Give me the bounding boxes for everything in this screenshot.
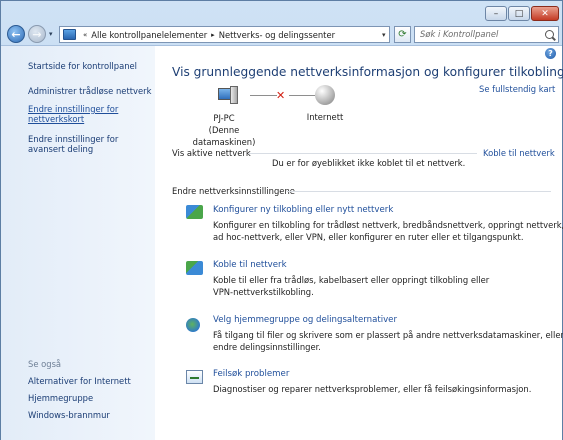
sidebar-item-control-panel-home[interactable]: Startside for kontrollpanel <box>28 61 137 71</box>
sidebar-item-manage-wireless[interactable]: Administrer trådløse nettverk <box>28 86 151 96</box>
task-link-connect-network[interactable]: Koble til nettverk <box>213 260 287 270</box>
refresh-icon: ⟳ <box>398 29 407 40</box>
maximize-icon: □ <box>514 8 524 19</box>
navigation-bar: ← → ▾ « Alle kontrollpanelelementer ▸ Ne… <box>1 23 562 45</box>
task-description-line: endre delingsinnstillinger. <box>213 342 321 353</box>
task-description-line: Diagnostiser og reparer nettverksproblem… <box>213 384 532 394</box>
task-link-troubleshoot[interactable]: Feilsøk problemer <box>213 369 289 379</box>
minimize-button[interactable]: – <box>485 6 507 21</box>
internet-globe-icon <box>315 85 335 105</box>
new-connection-icon <box>186 205 203 219</box>
task-description-line: Få tilgang til filer og skrivere som er … <box>213 330 563 340</box>
refresh-button[interactable]: ⟳ <box>394 26 411 43</box>
minimize-icon: – <box>493 8 499 19</box>
close-button[interactable]: ✕ <box>531 6 559 21</box>
title-bar: – □ ✕ <box>1 1 562 23</box>
internet-label: Internett <box>306 112 344 122</box>
back-button[interactable]: ← <box>7 25 25 43</box>
task-link-homegroup[interactable]: Velg hjemmegruppe og delingsalternativer <box>213 315 397 325</box>
breadcrumb-overflow-icon[interactable]: « <box>83 31 87 39</box>
network-settings-label: Endre nettverksinnstillingene <box>172 186 295 196</box>
sidebar-item-advanced-sharing[interactable]: Endre innstillinger for avansert deling <box>28 134 152 154</box>
search-input[interactable]: Søk i Kontrollpanel <box>414 26 559 43</box>
full-map-link[interactable]: Se fullstendig kart <box>479 84 555 94</box>
troubleshoot-icon <box>186 370 203 384</box>
connect-network-icon <box>186 261 203 275</box>
forward-arrow-icon: → <box>32 27 42 41</box>
forward-button[interactable]: → <box>28 25 46 43</box>
help-icon[interactable]: ? <box>545 48 556 59</box>
computer-caption: (Denne datamaskinen) <box>192 125 256 147</box>
sidebar-item-adapter-settings[interactable]: Endre innstillinger for nettverkskort <box>28 104 133 124</box>
maximize-button[interactable]: □ <box>508 6 530 21</box>
sidebar-item-windows-firewall[interactable]: Windows-brannmur <box>28 410 110 420</box>
page-title: Vis grunnleggende nettverksinformasjon o… <box>172 65 563 79</box>
network-link-line <box>250 95 277 96</box>
divider <box>287 191 551 192</box>
task-description: Diagnostiser og reparer nettverksproblem… <box>213 383 531 395</box>
close-icon: ✕ <box>541 8 549 19</box>
search-icon[interactable] <box>545 30 554 39</box>
breadcrumb-all-control-panel[interactable]: Alle kontrollpanelelementer <box>91 30 207 40</box>
active-networks-message: Du er for øyeblikket ikke koblet til et … <box>272 158 466 168</box>
breadcrumb-network-center[interactable]: Nettverks- og delingssenter <box>219 30 335 40</box>
computer-icon <box>218 86 238 104</box>
address-dropdown-icon[interactable]: ▾ <box>382 31 386 39</box>
control-panel-icon <box>63 29 76 40</box>
main-content: ? Vis grunnleggende nettverksinformasjon… <box>155 45 563 440</box>
task-description: Konfigurer en tilkobling for trådløst ne… <box>213 219 563 243</box>
recent-pages-chevron-icon[interactable]: ▾ <box>49 30 53 38</box>
control-panel-window: – □ ✕ ← → ▾ « Alle kontrollpanelelemente… <box>0 0 563 440</box>
divider <box>248 153 477 154</box>
connect-network-link[interactable]: Koble til nettverk <box>483 148 555 158</box>
active-networks-label: Vis aktive nettverk <box>172 148 251 158</box>
sidebar: Startside for kontrollpanel Administrer … <box>1 45 155 440</box>
breadcrumb-separator-icon[interactable]: ▸ <box>211 31 215 39</box>
task-link-new-connection[interactable]: Konfigurer ny tilkobling eller nytt nett… <box>213 205 393 215</box>
computer-name: PJ-PC <box>213 113 235 123</box>
task-description-line: VPN-nettverkstilkobling. <box>213 287 314 298</box>
sidebar-item-internet-options[interactable]: Alternativer for Internett <box>28 376 131 386</box>
back-arrow-icon: ← <box>11 27 21 41</box>
search-placeholder: Søk i Kontrollpanel <box>420 29 499 39</box>
see-also-heading: Se også <box>28 359 62 369</box>
sidebar-item-homegroup[interactable]: Hjemmegruppe <box>28 393 93 403</box>
task-description-line: ad hoc-nettverk, eller VPN, eller konfig… <box>213 232 524 243</box>
computer-label: PJ-PC (Denne datamaskinen) <box>178 112 270 148</box>
address-bar[interactable]: « Alle kontrollpanelelementer ▸ Nettverk… <box>59 26 390 43</box>
homegroup-icon <box>186 318 200 332</box>
task-description-line: Konfigurer en tilkobling for trådløst ne… <box>213 220 563 230</box>
task-description: Få tilgang til filer og skrivere som er … <box>213 329 563 353</box>
internet-link-line <box>289 95 315 96</box>
disconnected-x-icon: ✕ <box>276 89 286 102</box>
task-description: Koble til eller fra trådløs, kabelbasert… <box>213 274 489 298</box>
task-description-line: Koble til eller fra trådløs, kabelbasert… <box>213 275 490 285</box>
